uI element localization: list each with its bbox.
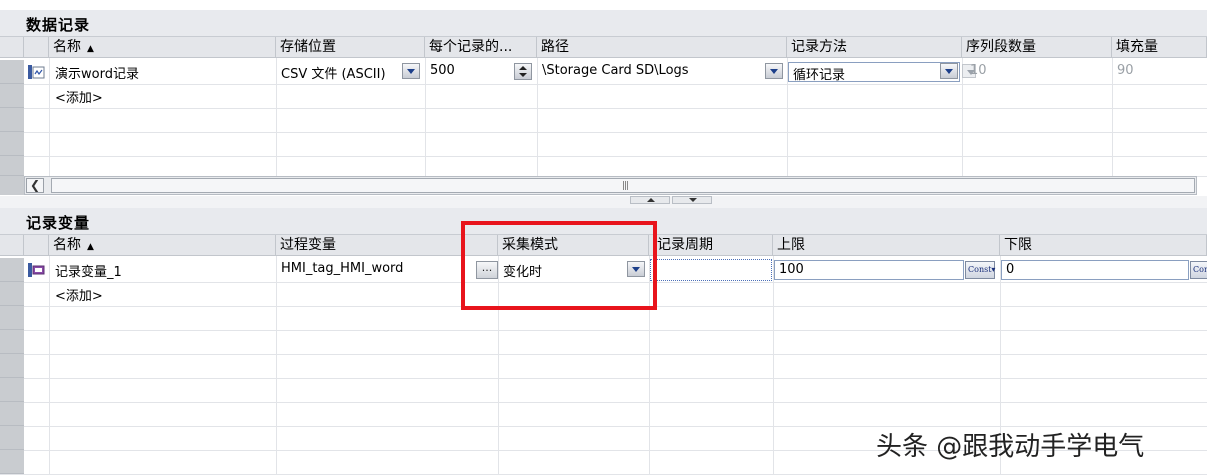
collapse-down-icon[interactable]	[672, 196, 712, 204]
lower-limit-input[interactable]: 0	[1001, 260, 1189, 280]
col-header-name[interactable]: 名称 ▲	[49, 235, 276, 256]
empty-row	[0, 108, 1207, 133]
collapse-up-icon[interactable]	[630, 196, 670, 204]
col-header-lower-limit[interactable]: 下限	[1000, 235, 1207, 256]
log-tag-icon	[28, 263, 45, 277]
fill-value: 90	[1117, 63, 1134, 78]
pane-splitter[interactable]	[0, 196, 1207, 208]
log-cycle-field[interactable]	[650, 259, 772, 281]
col-header-upper-limit[interactable]: 上限	[773, 235, 1000, 256]
header-icon-col	[24, 235, 49, 256]
log-tags-title: 记录变量	[26, 214, 91, 232]
col-header-log-cycle[interactable]: 记录周期	[649, 235, 773, 256]
empty-row	[0, 378, 1207, 403]
header-gutter	[0, 235, 24, 256]
storage-dropdown-button[interactable]	[402, 63, 420, 79]
empty-row	[0, 132, 1207, 157]
sort-asc-icon: ▲	[87, 242, 94, 252]
empty-row	[0, 402, 1207, 427]
upper-limit-const-button[interactable]: Const▾	[965, 261, 995, 279]
segments-value: 10	[970, 63, 987, 78]
grip-icon: |||	[622, 181, 629, 191]
process-tag-value[interactable]: HMI_tag_HMI_word	[281, 261, 403, 276]
storage-value[interactable]: CSV 文件 (ASCII)	[281, 63, 386, 82]
col-header-storage[interactable]: 存储位置	[276, 37, 425, 58]
log-method-dropdown-button[interactable]	[940, 63, 958, 79]
data-log-icon	[28, 65, 45, 79]
scroll-left-icon[interactable]: ❮	[26, 178, 44, 193]
data-log-table: 名称 ▲ 存储位置 每个记录的... 路径 记录方法 序列段数量 填充量 演示wo…	[0, 37, 1207, 177]
empty-row	[0, 156, 1207, 177]
col-header-name[interactable]: 名称 ▲	[49, 37, 276, 58]
row-selector[interactable]	[0, 60, 24, 84]
col-header-segments[interactable]: 序列段数量	[962, 37, 1112, 58]
data-log-title: 数据记录	[26, 16, 91, 34]
data-log-header: 数据记录	[0, 10, 1207, 37]
highlight-box	[461, 221, 657, 310]
col-header-log-method[interactable]: 记录方法	[787, 37, 962, 58]
path-value[interactable]: \Storage Card SD\Logs	[542, 63, 689, 78]
row-selector[interactable]	[0, 84, 24, 108]
records-spinner[interactable]	[514, 63, 532, 80]
add-label[interactable]: <添加>	[55, 87, 103, 106]
row-selector[interactable]	[0, 258, 24, 282]
lower-limit-const-button[interactable]: Con	[1190, 261, 1207, 279]
row-selector[interactable]	[0, 282, 24, 306]
empty-row	[0, 354, 1207, 379]
path-dropdown-button[interactable]	[765, 63, 783, 79]
header-icon-col	[24, 37, 49, 58]
log-name[interactable]: 演示word记录	[55, 63, 139, 82]
col-header-fill[interactable]: 填充量	[1112, 37, 1207, 58]
col-header-path[interactable]: 路径	[537, 37, 787, 58]
scrollbar-thumb[interactable]: |||	[51, 178, 1195, 193]
horizontal-scrollbar[interactable]: ❮ |||	[24, 176, 1197, 195]
header-gutter	[0, 37, 24, 58]
watermark-text: 头条 @跟我动手学电气	[876, 432, 1145, 462]
empty-row	[0, 330, 1207, 355]
table-row[interactable]: 演示word记录 CSV 文件 (ASCII) 500 \Storage Car…	[0, 60, 1207, 85]
sort-asc-icon: ▲	[87, 44, 94, 54]
scrollbar-gutter	[0, 176, 24, 195]
add-row[interactable]: <添加>	[0, 84, 1207, 109]
add-label[interactable]: <添加>	[55, 285, 103, 304]
tag-name[interactable]: 记录变量_1	[55, 261, 122, 280]
records-value[interactable]: 500	[430, 63, 455, 78]
log-method-select[interactable]: 循环记录	[788, 62, 960, 83]
upper-limit-input[interactable]: 100	[774, 260, 964, 280]
col-header-records-per-log[interactable]: 每个记录的...	[425, 37, 537, 58]
